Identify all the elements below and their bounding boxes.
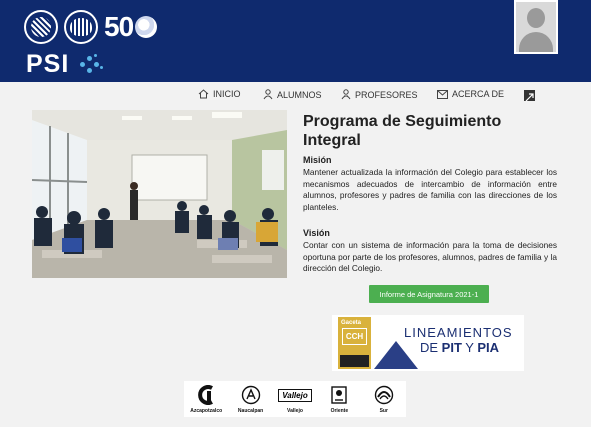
lineamientos-line1: LINEAMIENTOS — [404, 325, 513, 340]
nav-label-alumnos: ALUMNOS — [277, 89, 322, 100]
lineamientos-line2: DE PIT Y PIA — [420, 340, 500, 355]
nav-label-profesores: PROFESORES — [355, 89, 418, 100]
login-icon[interactable] — [524, 90, 535, 102]
teacher-icon — [341, 89, 351, 100]
plantel-label: Sur — [379, 408, 388, 414]
mision-text: Mantener actualizada la información del … — [303, 167, 557, 212]
mail-icon — [437, 89, 448, 99]
classroom-photo — [32, 110, 287, 278]
plantel-naucalpan[interactable]: Naucalpan — [231, 384, 271, 414]
plantel-azcapotzalco[interactable]: Azcapotzalco — [186, 384, 226, 414]
nav-label-acerca: ACERCA DE — [452, 89, 505, 99]
student-icon — [263, 89, 273, 100]
vision-heading: Visión — [303, 228, 330, 238]
plantel-vallejo[interactable]: Vallejo Vallejo — [275, 384, 315, 414]
mountain-graphic — [374, 341, 418, 369]
gaceta-cover: Gaceta CCH — [338, 317, 371, 369]
nav-item-inicio[interactable]: INICIO — [198, 89, 241, 99]
planteles-logos: Azcapotzalco Naucalpan Vallejo Vallejo O… — [184, 381, 406, 417]
plantel-oriente[interactable]: Oriente — [319, 384, 359, 414]
fifty-anniversary-label: 50 — [104, 11, 134, 42]
home-icon — [198, 89, 209, 99]
plantel-label: Vallejo — [287, 408, 303, 414]
gaceta-cch-label: CCH — [342, 328, 367, 345]
lineamientos-banner[interactable]: Gaceta CCH LINEAMIENTOS DE PIT Y PIA — [332, 315, 524, 371]
cch-shell-icon — [64, 10, 98, 44]
plantel-sur[interactable]: Sur — [364, 384, 404, 414]
main-nav: INICIO ALUMNOS PROFESORES ACERCA DE — [0, 89, 591, 107]
nav-item-alumnos[interactable]: ALUMNOS — [263, 89, 322, 100]
naucalpan-logo-icon — [241, 384, 261, 406]
nav-item-acerca[interactable]: ACERCA DE — [437, 89, 504, 99]
header-bar: 50 PSI — [0, 0, 591, 82]
sur-logo-icon — [374, 384, 394, 406]
logo-group: 50 — [24, 10, 158, 44]
page-title: Programa de Seguimiento Integral — [303, 113, 502, 149]
plantel-label: Azcapotzalco — [190, 408, 223, 414]
gaceta-label: Gaceta — [341, 320, 362, 326]
psi-dots-icon — [80, 54, 104, 76]
azcapotzalco-logo-icon — [196, 384, 216, 406]
plantel-label: Naucalpan — [237, 408, 264, 414]
anniversary-shell-icon — [135, 16, 158, 38]
page: 50 PSI INICIO ALUMNOS PROFESORES ACERCA … — [0, 0, 591, 427]
user-avatar[interactable] — [514, 0, 558, 54]
oriente-logo-icon — [330, 384, 348, 406]
vision-text: Contar con un sistema de información par… — [303, 240, 557, 273]
unam-seal-icon — [24, 10, 58, 44]
report-button[interactable]: Informe de Asignatura 2021-1 — [369, 285, 489, 303]
vallejo-logo-icon: Vallejo — [278, 384, 312, 406]
plantel-label: Oriente — [330, 408, 349, 414]
nav-label-inicio: INICIO — [213, 89, 241, 99]
psi-logo: PSI — [26, 50, 70, 78]
nav-item-profesores[interactable]: PROFESORES — [341, 89, 418, 100]
mision-heading: Misión — [303, 155, 332, 165]
